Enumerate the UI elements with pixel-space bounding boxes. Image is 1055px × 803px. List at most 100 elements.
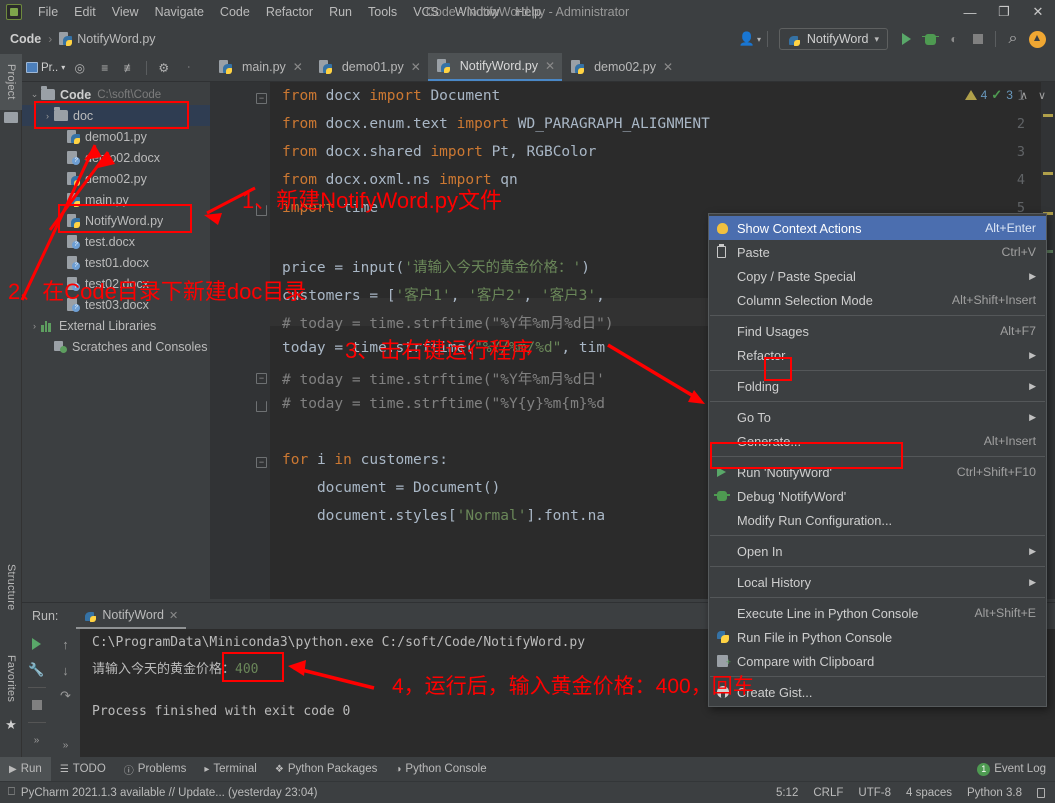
context-menu-item-column-selection-mode[interactable]: Column Selection Mode Alt+Shift+Insert <box>709 288 1046 312</box>
menu-code[interactable]: Code <box>212 3 258 21</box>
context-menu-item-folding[interactable]: Folding ▶ <box>709 374 1046 398</box>
scroll-down-icon[interactable]: ↓ <box>56 661 76 679</box>
tree-twisty[interactable]: › <box>28 321 41 331</box>
code-line[interactable]: document = Document() <box>282 480 500 496</box>
event-log-button[interactable]: 1 Event Log <box>968 757 1055 781</box>
wrench-icon[interactable]: 🔧 <box>27 661 47 679</box>
tree-item-demo01-py[interactable]: demo01.py <box>22 126 210 147</box>
status-message-area[interactable]: ⎕ PyCharm 2021.1.3 available // Update..… <box>8 786 318 799</box>
editor-tab-demo01-py[interactable]: demo01.py ✕ <box>310 53 428 81</box>
more-icon-2[interactable]: » <box>56 736 76 754</box>
editor-tab-demo02-py[interactable]: demo02.py ✕ <box>562 53 680 81</box>
user-account-icon[interactable]: 👤 ▾ <box>738 28 762 50</box>
tree-item-demo02-docx[interactable]: ? demo02.docx <box>22 147 210 168</box>
indent-setting[interactable]: 4 spaces <box>906 787 952 799</box>
file-encoding[interactable]: UTF-8 <box>858 787 891 799</box>
tool-window-button-python-packages[interactable]: ❖ Python Packages <box>266 757 386 781</box>
maximize-button[interactable]: ❐ <box>987 0 1021 24</box>
tree-item-test01-docx[interactable]: ? test01.docx <box>22 252 210 273</box>
code-fold-toggle[interactable]: − <box>256 373 267 384</box>
code-line[interactable]: from docx import Document <box>282 88 500 104</box>
stop-icon[interactable] <box>27 696 47 714</box>
settings-gear-icon[interactable]: ⚙ <box>153 57 174 78</box>
context-menu-item-open-in[interactable]: Open In ▶ <box>709 539 1046 563</box>
close-icon[interactable]: ✕ <box>545 59 555 73</box>
status-message[interactable]: PyCharm 2021.1.3 available // Update... … <box>21 787 318 799</box>
breadcrumb-root[interactable]: Code <box>10 32 41 46</box>
tree-item-external-libraries[interactable]: › External Libraries <box>22 315 210 336</box>
minimize-button[interactable]: — <box>953 0 987 24</box>
menu-refactor[interactable]: Refactor <box>258 3 321 21</box>
caret-position[interactable]: 5:12 <box>776 787 798 799</box>
project-view-selector[interactable]: Pr.. ▾ <box>26 62 65 74</box>
context-menu-item-local-history[interactable]: Local History ▶ <box>709 570 1046 594</box>
context-menu-item-copy-paste-special[interactable]: Copy / Paste Special ▶ <box>709 264 1046 288</box>
close-icon[interactable]: ✕ <box>411 60 421 74</box>
prev-problem-icon[interactable]: ∧ <box>1017 89 1031 102</box>
tree-twisty[interactable]: ⌄ <box>28 89 41 100</box>
editor-tab-notifyword-py[interactable]: NotifyWord.py ✕ <box>427 53 563 81</box>
code-fold-toggle[interactable]: − <box>256 93 267 104</box>
context-menu-item-execute-line-in-python-console[interactable]: Execute Line in Python Console Alt+Shift+… <box>709 601 1046 625</box>
context-menu-item-refactor[interactable]: Refactor ▶ <box>709 343 1046 367</box>
menu-vcs[interactable]: VCS <box>405 3 447 21</box>
sidebar-tab-project[interactable]: Project <box>0 54 22 110</box>
code-line[interactable]: customers = ['客户1', '客户2', '客户3', <box>282 284 605 305</box>
menu-file[interactable]: File <box>30 3 66 21</box>
breadcrumb-file[interactable]: NotifyWord.py <box>77 32 155 46</box>
python-interpreter[interactable]: Python 3.8 <box>967 787 1022 799</box>
menu-navigate[interactable]: Navigate <box>147 3 212 21</box>
code-line[interactable]: # today = time.strftime("%Y年%m月%d日") <box>282 312 614 333</box>
context-menu-item-go-to[interactable]: Go To ▶ <box>709 405 1046 429</box>
editor-gutter[interactable] <box>210 82 270 599</box>
menu-edit[interactable]: Edit <box>66 3 104 21</box>
code-line[interactable]: from docx.enum.text import WD_PARAGRAPH_… <box>282 116 710 132</box>
line-separator[interactable]: CRLF <box>813 787 843 799</box>
code-line[interactable]: # today = time.strftime("%Y{y}%m{m}%d <box>282 396 605 412</box>
rerun-icon[interactable] <box>27 635 47 653</box>
close-icon[interactable]: ✕ <box>169 609 178 622</box>
code-fold-toggle[interactable]: − <box>256 457 267 468</box>
context-menu-item-create-gist[interactable]: Create Gist... <box>709 680 1046 704</box>
menu-run[interactable]: Run <box>321 3 360 21</box>
code-line[interactable]: document.styles['Normal'].font.na <box>282 508 605 524</box>
editor-tab-main-py[interactable]: main.py ✕ <box>210 53 310 81</box>
context-menu-item-paste[interactable]: Paste Ctrl+V <box>709 240 1046 264</box>
close-icon[interactable]: ✕ <box>663 60 673 74</box>
expand-all-icon[interactable]: ≡ <box>94 57 115 78</box>
context-menu-item-show-context-actions[interactable]: Show Context Actions Alt+Enter <box>709 216 1046 240</box>
run-tab-notifyword[interactable]: NotifyWord ✕ <box>76 603 187 629</box>
tree-item-demo02-py[interactable]: demo02.py <box>22 168 210 189</box>
tool-window-button-terminal[interactable]: ▸ Terminal <box>195 757 266 781</box>
code-fold-toggle[interactable] <box>256 401 267 412</box>
code-line[interactable]: price = input('请输入今天的黄金价格：') <box>282 256 590 277</box>
next-problem-icon[interactable]: ∨ <box>1035 89 1049 102</box>
update-button[interactable] <box>1025 28 1049 50</box>
stop-button[interactable] <box>966 28 990 50</box>
tree-item-scratches-and-consoles[interactable]: Scratches and Consoles <box>22 336 210 357</box>
run-configuration-selector[interactable]: NotifyWord ▾ <box>778 28 888 50</box>
tree-item-test-docx[interactable]: ? test.docx <box>22 231 210 252</box>
tool-window-button-todo[interactable]: ☰ TODO <box>51 757 115 781</box>
close-icon[interactable]: ✕ <box>293 60 303 74</box>
context-menu-item-debug-notifyword[interactable]: Debug 'NotifyWord' <box>709 484 1046 508</box>
lock-icon[interactable] <box>1037 787 1045 798</box>
tool-window-button-problems[interactable]: ⓘ Problems <box>115 757 196 781</box>
debug-button[interactable] <box>918 28 942 50</box>
context-menu-item-run-file-in-python-console[interactable]: Run File in Python Console <box>709 625 1046 649</box>
context-menu-item-find-usages[interactable]: Find Usages Alt+F7 <box>709 319 1046 343</box>
tool-window-button-python-console[interactable]: ◑ Python Console <box>386 757 495 781</box>
code-line[interactable]: from docx.shared import Pt, RGBColor <box>282 144 596 160</box>
context-menu-item-modify-run-configuration[interactable]: Modify Run Configuration... <box>709 508 1046 532</box>
context-menu-item-compare-with-clipboard[interactable]: Compare with Clipboard <box>709 649 1046 673</box>
code-line[interactable]: for i in customers: <box>282 452 448 468</box>
code-line[interactable]: # today = time.strftime("%Y年%m月%d日' <box>282 368 605 389</box>
close-button[interactable]: ✕ <box>1021 0 1055 24</box>
menu-view[interactable]: View <box>104 3 147 21</box>
search-icon[interactable]: ⌕ <box>1001 28 1025 50</box>
menu-tools[interactable]: Tools <box>360 3 405 21</box>
soft-wrap-icon[interactable]: ↷ <box>56 687 76 705</box>
collapse-all-icon[interactable]: ≢ <box>119 57 140 78</box>
menu-help[interactable]: Help <box>507 3 549 21</box>
scroll-up-icon[interactable]: ↑ <box>56 635 76 653</box>
